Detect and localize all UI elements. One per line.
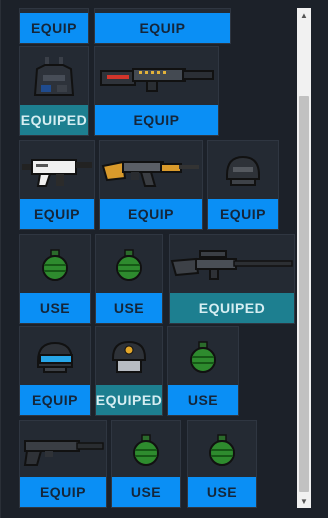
inventory-slot: USE: [95, 234, 163, 324]
visor-helmet-icon: [20, 327, 90, 387]
equip-button[interactable]: EQUIP: [20, 13, 88, 43]
inventory-slot: EQUIP: [94, 46, 219, 136]
inventory-slot: EQUIPED: [169, 234, 295, 324]
inventory-slot: EQUIP: [207, 140, 279, 230]
inventory-slot: EQUIPED: [95, 326, 163, 416]
helmet-icon: [208, 141, 278, 201]
scrollbar-thumb[interactable]: [299, 96, 309, 492]
inventory-slot: EQUIP: [19, 326, 91, 416]
shotgun-icon: [95, 47, 218, 107]
grenade-icon: [188, 421, 256, 479]
equip-button[interactable]: EQUIP: [100, 199, 202, 229]
smg-icon: [20, 141, 94, 201]
rifle-icon: [100, 141, 202, 201]
badge-helmet-icon: [96, 327, 162, 387]
pistol-icon: [20, 421, 106, 479]
scroll-down-arrow-icon[interactable]: ▼: [297, 494, 311, 508]
equip-button[interactable]: EQUIP: [20, 199, 94, 229]
equip-button[interactable]: EQUIP: [95, 105, 218, 135]
inventory-slot: EQUIPED: [19, 46, 89, 136]
sniper-icon: [170, 235, 294, 295]
inventory-slot: EQUIP: [19, 420, 107, 508]
use-button[interactable]: USE: [112, 477, 180, 507]
grenade-icon: [20, 235, 90, 295]
equip-button[interactable]: EQUIP: [20, 477, 106, 507]
inventory-slot: EQUIP: [19, 8, 89, 44]
inventory-slot: USE: [19, 234, 91, 324]
use-button[interactable]: USE: [168, 385, 238, 415]
grenade-icon: [112, 421, 180, 479]
equiped-button[interactable]: EQUIPED: [170, 293, 294, 323]
inventory-slot: EQUIP: [19, 140, 95, 230]
vertical-scrollbar[interactable]: ▲ ▼: [297, 8, 311, 508]
equip-button[interactable]: EQUIP: [208, 199, 278, 229]
equiped-button[interactable]: EQUIPED: [20, 105, 88, 135]
vest-icon: [20, 47, 88, 107]
grenade-icon: [96, 235, 162, 295]
inventory-slot: USE: [187, 420, 257, 508]
inventory-slot: USE: [111, 420, 181, 508]
inventory-panel: EQUIP EQUIP EQUIPED EQUIP EQUIP EQUIP EQ…: [0, 0, 328, 518]
scroll-up-arrow-icon[interactable]: ▲: [297, 8, 311, 22]
equiped-button[interactable]: EQUIPED: [96, 385, 162, 415]
inventory-slot: EQUIP: [94, 8, 231, 44]
equip-button[interactable]: EQUIP: [95, 13, 230, 43]
use-button[interactable]: USE: [188, 477, 256, 507]
equip-button[interactable]: EQUIP: [20, 385, 90, 415]
use-button[interactable]: USE: [96, 293, 162, 323]
inventory-slot: EQUIP: [99, 140, 203, 230]
grenade-icon: [168, 327, 238, 387]
use-button[interactable]: USE: [20, 293, 90, 323]
inventory-slot: USE: [167, 326, 239, 416]
